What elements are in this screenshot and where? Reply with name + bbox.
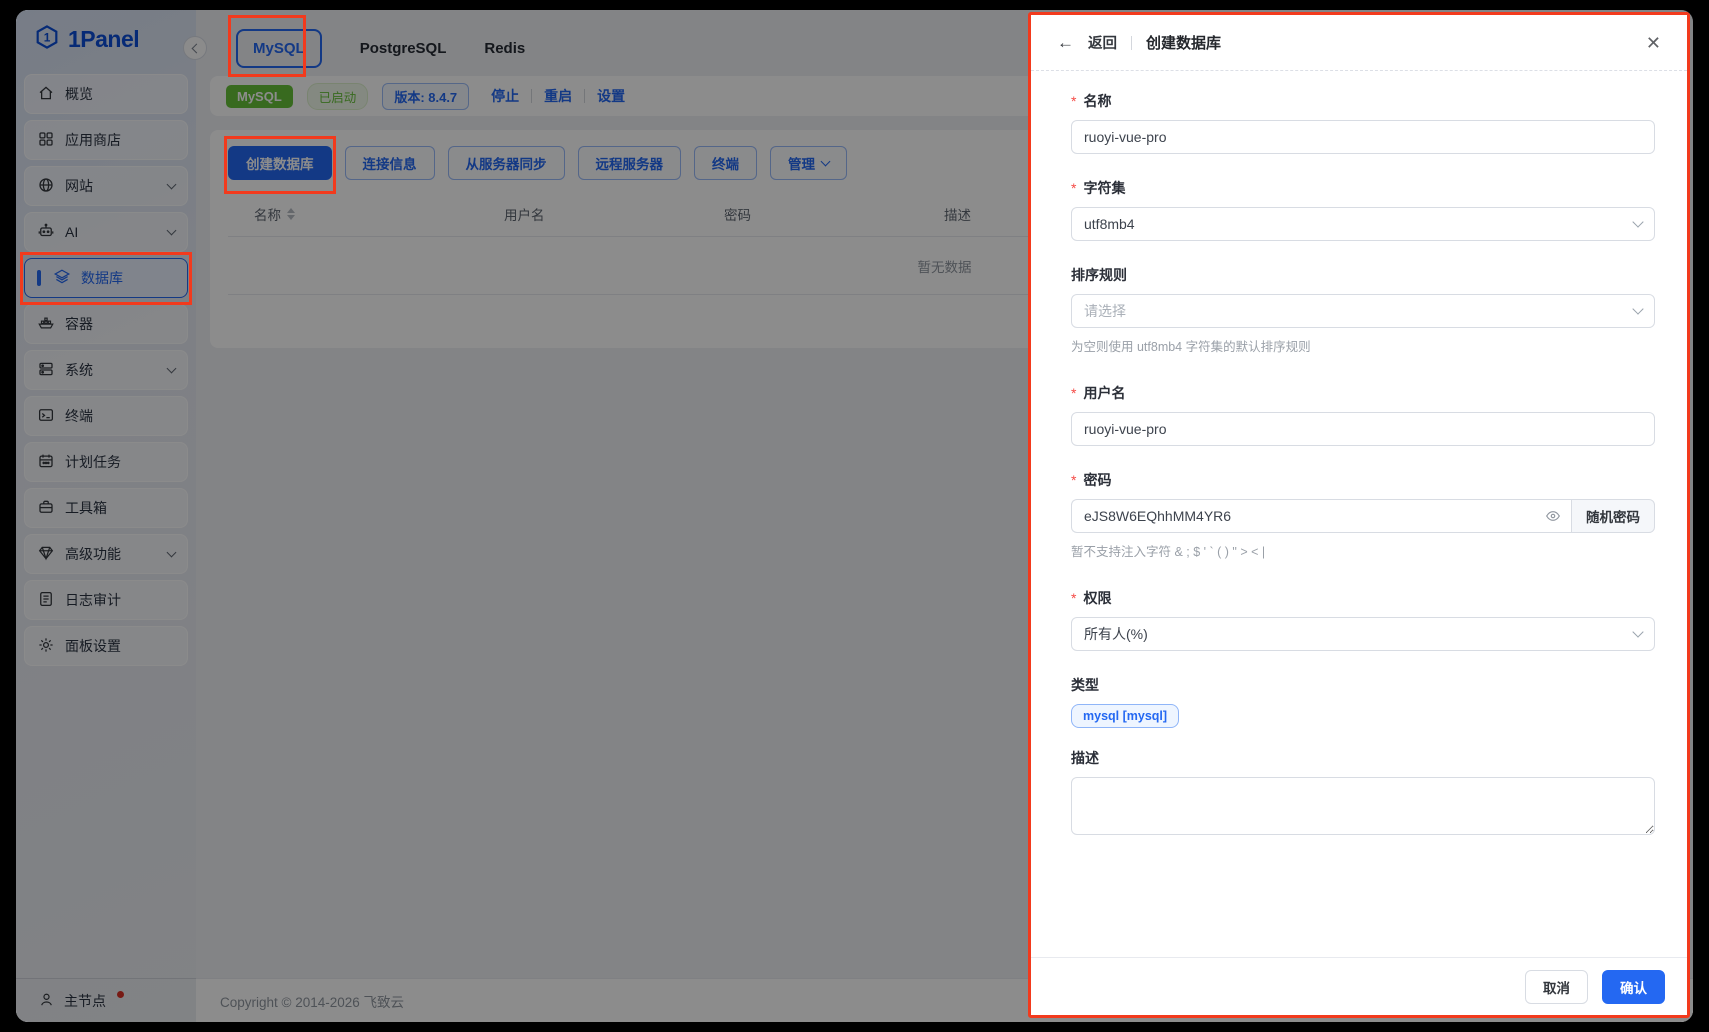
drawer-footer: 取消 确认 [1031,957,1687,1015]
chevron-down-icon [1632,216,1643,227]
random-password-button[interactable]: 随机密码 [1571,499,1655,533]
collation-select[interactable]: 请选择 [1071,294,1655,328]
create-database-drawer: ← 返回 创建数据库 ✕ 名称 字符集 utf8mb4 排序规则 请选择 为空则… [1028,12,1690,1018]
description-textarea[interactable] [1071,777,1655,835]
drawer-header: ← 返回 创建数据库 ✕ [1031,15,1687,71]
permission-select[interactable]: 所有人(%) [1071,617,1655,651]
description-label: 描述 [1071,748,1655,768]
mysql-type-tag[interactable]: mysql [mysql] [1071,704,1179,728]
chevron-down-icon [1632,303,1643,314]
charset-label: 字符集 [1071,178,1655,198]
name-label: 名称 [1071,91,1655,111]
app-window: 1 1Panel 概览 应用商店 网站 AI [16,10,1693,1022]
cancel-button[interactable]: 取消 [1525,970,1588,1004]
permission-label: 权限 [1071,588,1655,608]
password-input[interactable] [1071,499,1571,533]
type-label: 类型 [1071,675,1655,695]
collation-help-text: 为空则使用 utf8mb4 字符集的默认排序规则 [1071,336,1655,355]
drawer-form: 名称 字符集 utf8mb4 排序规则 请选择 为空则使用 utf8mb4 字符… [1031,71,1687,957]
confirm-button[interactable]: 确认 [1602,970,1665,1004]
close-icon[interactable]: ✕ [1646,34,1661,52]
back-arrow-icon[interactable]: ← [1057,33,1074,53]
drawer-title: 创建数据库 [1146,32,1221,53]
username-label: 用户名 [1071,383,1655,403]
name-input[interactable] [1071,120,1655,154]
password-label: 密码 [1071,470,1655,490]
password-help-text: 暂不支持注入字符 & ; $ ' ` ( ) " > < | [1071,541,1655,560]
back-button[interactable]: 返回 [1088,32,1117,53]
username-input[interactable] [1071,412,1655,446]
divider [1131,36,1132,50]
eye-icon[interactable] [1545,508,1561,529]
chevron-down-icon [1632,626,1643,637]
collation-label: 排序规则 [1071,265,1655,285]
charset-select[interactable]: utf8mb4 [1071,207,1655,241]
